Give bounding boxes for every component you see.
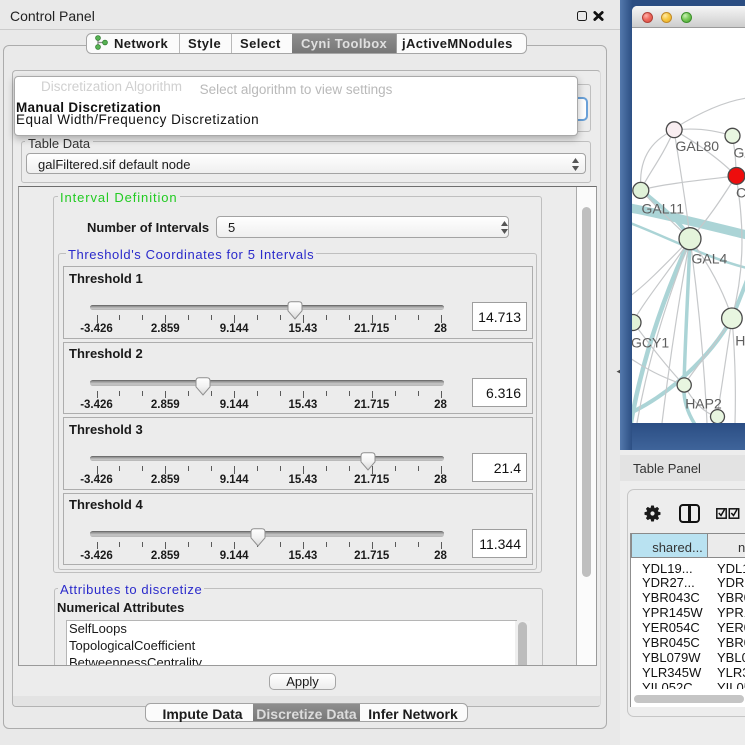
svg-text:HAP2: HAP2: [685, 396, 722, 412]
svg-text:GAL7: GAL7: [734, 145, 745, 161]
svg-text:HIS: HIS: [735, 333, 745, 349]
svg-text:GAL11: GAL11: [642, 200, 685, 216]
svg-text:GAL4: GAL4: [692, 251, 728, 267]
svg-text:CRO: CRO: [736, 185, 745, 201]
svg-text:GAL80: GAL80: [676, 138, 720, 154]
svg-text:GCY1: GCY1: [632, 334, 669, 350]
